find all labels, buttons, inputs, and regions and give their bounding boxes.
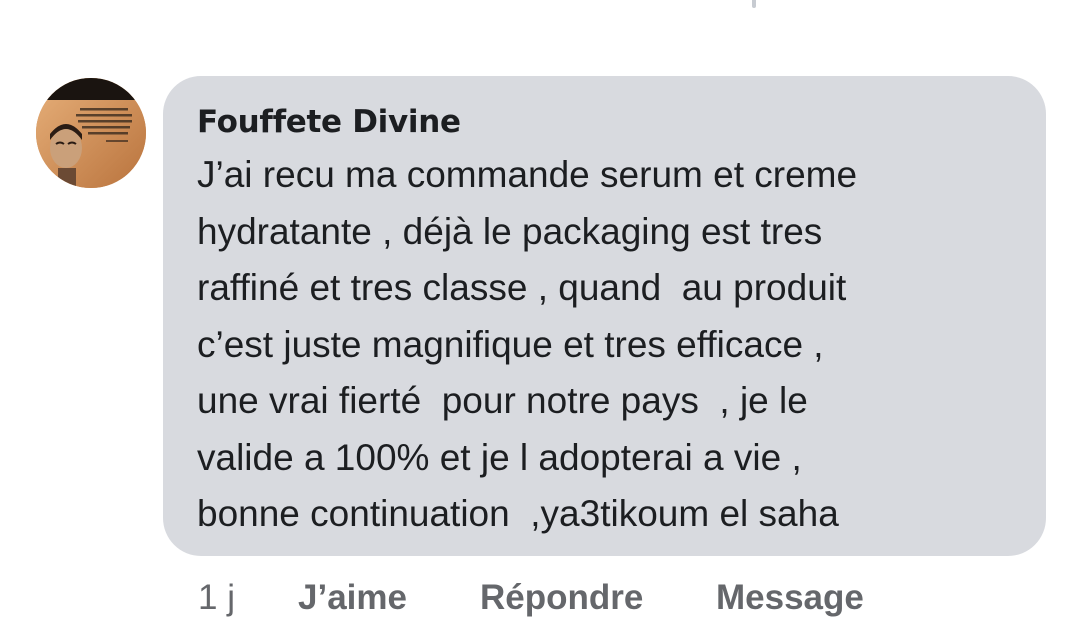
avatar-photo-icon xyxy=(36,78,146,188)
reply-button[interactable]: Répondre xyxy=(480,576,643,620)
like-button[interactable]: J’aime xyxy=(298,576,407,620)
comment-text-line: bonne continuation ,ya3tikoum el saha xyxy=(197,493,839,534)
comment-text-line: J’ai recu ma commande serum et creme xyxy=(197,154,858,195)
comment-text-line: c’est juste magnifique et tres efficace … xyxy=(197,323,824,365)
comment-author-name[interactable]: Fouffete Divine xyxy=(197,102,1012,142)
message-button[interactable]: Message xyxy=(716,576,864,620)
author-avatar[interactable] xyxy=(36,78,146,188)
comment-text-line: une vrai fierté pour notre pays , je le xyxy=(197,380,808,421)
comment-timestamp[interactable]: 1 j xyxy=(198,576,235,620)
comment-text-line: hydratante , déjà le packaging est tres xyxy=(197,210,823,252)
comment-text: J’ai recu ma commande serum et creme hyd… xyxy=(197,147,1012,543)
comment-bubble[interactable]: Fouffete Divine J’ai recu ma commande se… xyxy=(163,76,1046,556)
comment-text-line: valide a 100% et je l adopterai a vie , xyxy=(197,436,802,478)
comment-text-line: raffiné et tres classe , quand au produi… xyxy=(197,267,847,308)
previous-item-edge xyxy=(752,0,756,8)
